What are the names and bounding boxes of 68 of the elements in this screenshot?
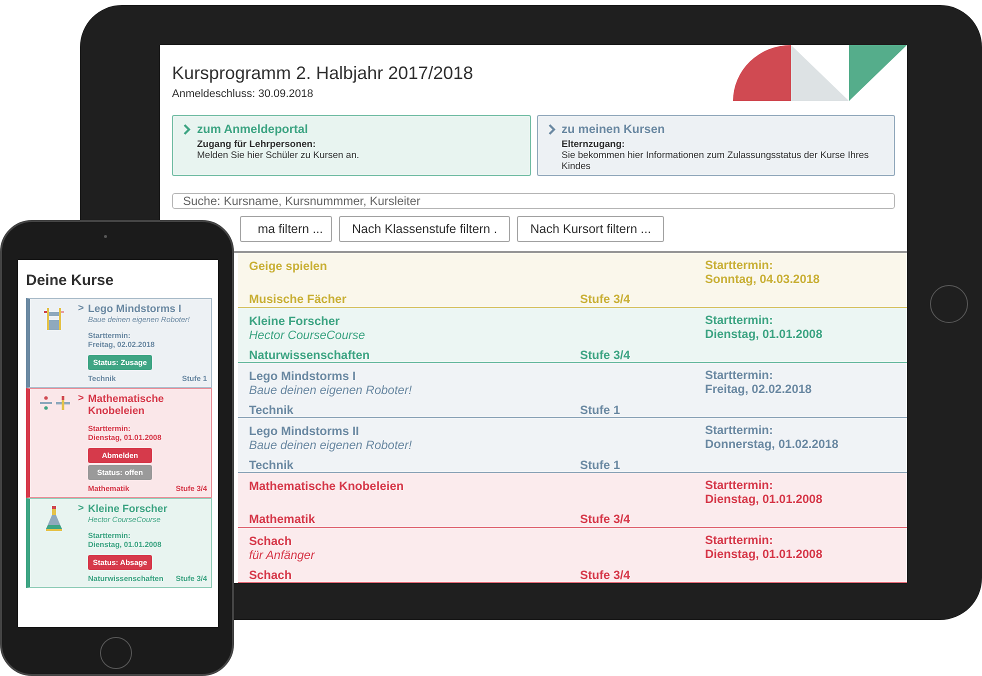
start-date: Donnerstag, 01.02.2018 [705,437,840,451]
course-category: Mathematik [249,512,316,526]
course-row[interactable]: Kleine Forscher Hector CourseCourse Starttermin: Dienstag, 01.01.2008 Naturwissenschaften Stufe 3/4 [238,308,907,363]
search-field[interactable]: Suche: Kursname, Kursnummmer, Kursleiter [172,193,895,210]
course-subtitle: Hector CourseCourse [249,328,366,342]
chevron-icon: > [78,503,88,583]
portal-link[interactable]: zu meinen Kursen [548,122,886,136]
course-subtitle: Baue deinen eigenen Roboter! [249,383,413,397]
course-category: Technik [249,458,294,472]
start-label: Starttermin: [705,368,774,382]
course-category: Technik [249,403,294,417]
filter-button[interactable]: Nach Kursort filtern ... [517,216,664,242]
page-title: Deine Kurse [26,272,115,289]
course-level: Stufe 1 [580,403,622,417]
course-title: Mathematische Knobeleien [249,479,405,493]
start-date: Dienstag, 01.01.2008 [705,327,824,341]
course-title: Geige spielen [249,259,328,273]
chevron-icon: > [78,303,88,383]
course-title: Lego Mindstorms I [249,369,357,383]
filter-button[interactable]: Nach Klassenstufe filtern . [339,216,510,242]
start-date: Freitag, 02.02.2018 [705,382,813,396]
course-title: Kleine Forscher [249,314,341,328]
course-category: Schach [249,568,293,582]
course-row[interactable]: Lego Mindstorms II Baue deinen eigenen Roboter! Starttermin: Donnerstag, 01.02.2018 Technik Stufe 1 [238,418,907,473]
course-category: Naturwissenschaften [249,348,371,362]
course-row[interactable]: Geige spielen Starttermin: Sonntag, 04.03.2018 Musische Fächer Stufe 3/4 [238,253,907,308]
chevron-icon [548,124,556,134]
course-level: Stufe 3/4 [580,348,632,362]
start-label: Starttermin: [705,478,774,492]
start-label: Starttermin: [705,533,774,547]
portal-link[interactable]: zum Anmeldeportal [183,122,522,136]
start-label: Starttermin: [705,423,774,437]
start-date: Dienstag, 01.01.2008 [705,492,824,506]
robot-icon [44,306,64,332]
chevron-icon [183,124,191,134]
camera-icon [104,235,107,238]
course-title: Mathematische Knobeleien [88,393,165,417]
course-title: Kleine Forscher [88,503,168,515]
math-symbols-icon [38,396,70,410]
course-level: Stufe 1 [580,458,622,472]
page-title: Kursprogramm 2. Halbjahr 2017/2018 [172,63,474,84]
flask-icon [45,506,63,532]
portal-text: Melden Sie hier Schüler zu Kursen an. [196,150,360,161]
portal-heading: Zugang für Lehrpersonen: [196,139,317,150]
course-subtitle: für Anfänger [249,548,316,562]
course-level: Stufe 3/4 [580,292,632,306]
geometric-logo-icon [733,45,907,101]
start-date: Dienstag, 01.01.2008 [705,547,824,561]
course-level: Stufe 3/4 [580,568,632,582]
course-row[interactable]: Schach für Anfänger Starttermin: Dienstag, 01.01.2008 Schach Stufe 3/4 [238,528,907,583]
course-row[interactable]: Mathematische Knobeleien Starttermin: Dienstag, 01.01.2008 Mathematik Stufe 3/4 [238,473,907,528]
deadline-text: Anmeldeschluss: 30.09.2018 [172,88,314,100]
course-title: Lego Mindstorms I [88,303,182,315]
portal-heading: Elternzugang: [560,139,626,150]
course-level: Stufe 3/4 [580,512,632,526]
course-subtitle: Baue deinen eigenen Roboter! [249,438,413,452]
course-title: Lego Mindstorms II [249,424,360,438]
course-row[interactable]: Lego Mindstorms I Baue deinen eigenen Roboter! Starttermin: Freitag, 02.02.2018 Technik Stufe 1 [238,363,907,418]
start-label: Starttermin: [705,313,774,327]
course-title: Schach [249,534,293,548]
filter-button[interactable]: ma filtern ... [240,216,332,242]
course-category: Musische Fächer [249,292,348,306]
home-button[interactable] [930,285,968,323]
start-date: Sonntag, 04.03.2018 [705,272,821,286]
chevron-icon: > [78,393,88,493]
home-button[interactable] [100,637,132,669]
portal-text: Sie bekommen hier Informationen zum Zulassungsstatus der Kurse Ihres Kindes [560,150,870,172]
start-label: Starttermin: [705,258,774,272]
